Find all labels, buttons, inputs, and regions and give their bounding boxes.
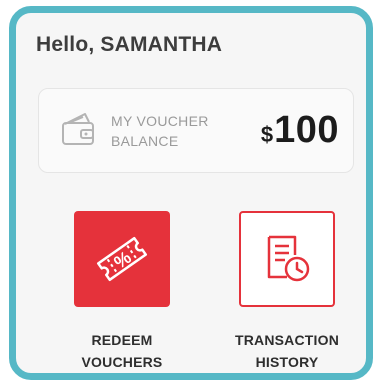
transaction-history-button[interactable]: TRANSACTION HISTORY [206,211,346,371]
voucher-balance-panel: MY VOUCHER BALANCE $ 100 [38,88,354,173]
account-card: Hello, SAMANTHA MY VOUCHER BALANCE $ 100… [9,6,373,380]
voucher-balance-label: MY VOUCHER BALANCE [111,113,209,149]
transaction-history-label[interactable]: TRANSACTION HISTORY [206,329,368,373]
redeem-vouchers-label[interactable]: REDEEM VOUCHERS [41,329,203,373]
transaction-history-tile[interactable] [239,211,335,307]
currency-symbol: $ [260,122,274,147]
ticket-percent-icon: % [96,236,148,282]
document-clock-icon [267,235,310,282]
redeem-vouchers-button[interactable]: % REDEEM VOUCHERS [41,211,181,371]
redeem-vouchers-tile[interactable]: % [74,211,170,307]
greeting-title: Hello, SAMANTHA [36,33,223,56]
voucher-balance-amount: $ 100 [261,109,339,151]
wallet-icon [62,113,94,145]
balance-value: 100 [274,109,339,151]
